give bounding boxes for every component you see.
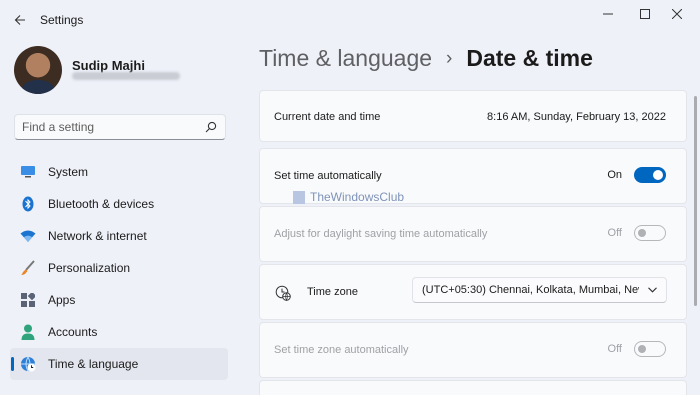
maximize-icon	[640, 9, 650, 19]
sidebar-item-bluetooth[interactable]: Bluetooth & devices	[10, 188, 228, 220]
breadcrumb-separator: ›	[446, 47, 453, 69]
sidebar-item-label: System	[48, 165, 89, 179]
search-icon	[205, 121, 217, 133]
set-time-zone-automatically-toggle-group: Off	[608, 341, 666, 357]
set-time-zone-automatically-label: Set time zone automatically	[274, 344, 409, 356]
time-zone-card: Time zone (UTC+05:30) Chennai, Kolkata, …	[259, 264, 687, 320]
sidebar-item-label: Time & language	[48, 357, 139, 371]
sidebar-item-personalization[interactable]: Personalization	[10, 252, 228, 284]
toggle-state-label: Off	[607, 343, 622, 355]
user-name: Sudip Majhi	[72, 58, 145, 73]
sidebar-item-network[interactable]: Network & internet	[10, 220, 228, 252]
user-email-redacted	[72, 72, 180, 80]
bluetooth-icon	[20, 196, 36, 212]
search-box[interactable]	[14, 114, 226, 140]
monitor-icon	[20, 164, 36, 180]
set-time-zone-automatically-card: Set time zone automatically Off	[259, 322, 687, 378]
wifi-icon	[20, 228, 36, 244]
globe-clock-icon	[275, 285, 291, 306]
sidebar-item-apps[interactable]: Apps	[10, 284, 228, 316]
sidebar-item-time-language[interactable]: Time & language	[10, 348, 228, 380]
set-time-automatically-toggle[interactable]	[634, 167, 666, 183]
daylight-saving-label: Adjust for daylight saving time automati…	[274, 228, 488, 240]
daylight-saving-card: Adjust for daylight saving time automati…	[259, 206, 687, 262]
watermark-text: TheWindowsClub	[310, 190, 405, 204]
sidebar-nav: System Bluetooth & devices Network & int…	[10, 156, 228, 380]
time-zone-selected-value: (UTC+05:30) Chennai, Kolkata, Mumbai, Ne…	[422, 284, 639, 296]
next-setting-card	[259, 380, 687, 395]
toggle-state-label: On	[607, 169, 622, 181]
sidebar-item-label: Network & internet	[48, 229, 147, 243]
breadcrumb: Time & language › Date & time	[259, 45, 593, 72]
sidebar-item-system[interactable]: System	[10, 156, 228, 188]
watermark-logo-icon	[293, 190, 305, 204]
scrollbar[interactable]	[694, 96, 697, 306]
minimize-icon	[603, 13, 613, 15]
time-zone-dropdown[interactable]: (UTC+05:30) Chennai, Kolkata, Mumbai, Ne…	[412, 277, 667, 303]
apps-icon	[20, 292, 36, 308]
sidebar-item-label: Accounts	[48, 325, 98, 339]
arrow-left-icon	[14, 15, 25, 25]
brush-icon	[20, 260, 36, 276]
watermark: TheWindowsClub	[293, 190, 404, 204]
sidebar-item-label: Personalization	[48, 261, 131, 275]
toggle-state-label: Off	[607, 227, 622, 239]
set-time-automatically-toggle-group: On	[607, 167, 666, 183]
current-datetime-value: 8:16 AM, Sunday, February 13, 2022	[487, 111, 666, 123]
daylight-saving-toggle[interactable]	[634, 225, 666, 241]
globe-clock-icon	[20, 356, 36, 372]
close-button[interactable]	[654, 0, 700, 28]
current-datetime-card: Current date and time 8:16 AM, Sunday, F…	[259, 90, 687, 142]
back-button[interactable]	[6, 6, 34, 34]
sidebar-item-label: Bluetooth & devices	[48, 197, 155, 211]
current-datetime-label: Current date and time	[274, 111, 381, 123]
set-time-automatically-label: Set time automatically	[274, 170, 382, 182]
page-title: Date & time	[466, 45, 593, 71]
avatar[interactable]	[14, 46, 62, 94]
close-icon	[672, 9, 682, 19]
sidebar-item-accounts[interactable]: Accounts	[10, 316, 228, 348]
time-zone-label: Time zone	[307, 286, 358, 298]
breadcrumb-parent[interactable]: Time & language	[259, 45, 432, 72]
chevron-down-icon	[648, 287, 657, 293]
search-input[interactable]	[15, 120, 199, 134]
title-bar: Settings	[0, 0, 700, 40]
app-title: Settings	[40, 13, 84, 27]
person-icon	[20, 324, 36, 340]
sidebar-item-label: Apps	[48, 293, 76, 307]
daylight-saving-toggle-group: Off	[608, 225, 666, 241]
set-time-zone-automatically-toggle[interactable]	[634, 341, 666, 357]
